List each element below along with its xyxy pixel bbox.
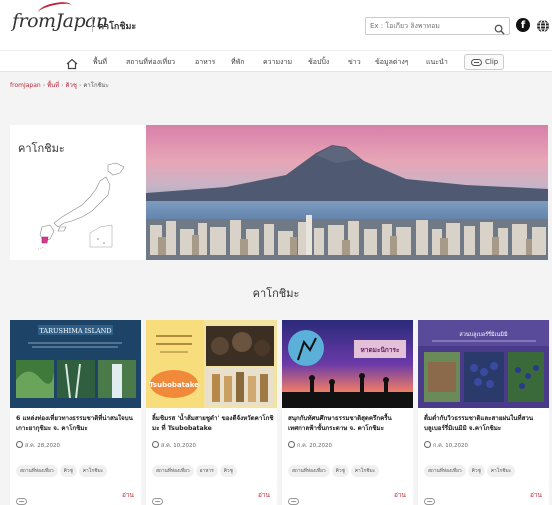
clock-icon [424,441,431,448]
hero-banner: คาโกชิมะ [10,125,548,260]
nav-item-attractions[interactable]: สถานที่ท่องเที่ยว [126,57,175,68]
tag[interactable]: คิวชู [467,465,485,477]
clip-icon[interactable] [152,490,163,505]
map-title: คาโกชิมะ [18,142,65,155]
clip-icon[interactable] [288,490,299,505]
logo-text[interactable]: fromJapan [12,10,108,32]
nav-item-shopping[interactable]: ช้อปปิ้ง [308,57,329,68]
card-image-caption: หาดมะนิการะ [361,346,400,354]
nav-item-area[interactable]: พื้นที่ [93,57,107,68]
header: fromJapan คาโกชิมะ f [0,0,552,50]
tag[interactable]: สถานที่ท่องเที่ยว [16,465,58,477]
clip-icon[interactable] [16,490,27,505]
card-footer: อ่าน [288,490,408,505]
read-link[interactable]: อ่าน [530,490,542,500]
article-title[interactable]: ลิ้มชิมรส 'น้ำส้มสายชูดำ' ของดีจังหวัดคา… [152,414,276,434]
tag[interactable]: สถานที่ท่องเที่ยว [288,465,330,477]
tag[interactable]: คาโกชิมะ [350,465,380,477]
article-date: ก.ค. 10,2020 [424,441,468,450]
article-title[interactable]: สนุกกับทัศนศึกษาธรรมชาติสุดครึกครื้นเทศก… [288,414,412,434]
article-date: ส.ค. 28,2020 [16,441,60,450]
tag[interactable]: คิวชู [59,465,77,477]
article-thumbnail[interactable]: สวนบลูเบอร์รี่มิเนมิมิ [418,320,549,408]
nav-item-info[interactable]: ข้อมูลต่างๆ [375,57,409,68]
nav-item-recommend[interactable]: แนะนำ [426,57,448,68]
clip-icon[interactable] [424,490,435,505]
nav-item-beauty[interactable]: ความงาม [263,57,292,68]
tag-list: สถานที่ท่องเที่ยว คิวชู คาโกชิมะ [288,457,381,477]
breadcrumb-current: คาโกชิมะ [83,82,109,89]
breadcrumb: fromJapan › พื้นที่ › คิวชู › คาโกชิมะ [10,82,109,89]
globe-icon[interactable] [536,18,550,37]
tag-list: สถานที่ท่องเที่ยว คิวชู คาโกชิมะ [16,457,109,477]
article-title[interactable]: ดื่มด่ำกับวิวธรรมชาติและสายฝนในที่สวนบลู… [424,414,548,434]
search-box[interactable] [365,17,510,35]
card-image-caption: Tsubobatake [149,381,199,389]
article-thumbnail[interactable]: TARUSHIMA ISLAND [10,320,141,408]
tag[interactable]: สถานที่ท่องเที่ยว [424,465,466,477]
clip-label: Clip [485,58,499,66]
clock-icon [152,441,159,448]
read-link[interactable]: อ่าน [258,490,270,500]
article-date: ก.ค. 20,2020 [288,441,332,450]
facebook-icon[interactable]: f [516,18,530,32]
tag[interactable]: คิวชู [219,465,237,477]
search-input[interactable] [370,20,485,32]
prefecture-map: คาโกชิมะ [10,125,145,260]
article-title[interactable]: 6 แหล่งท่องเที่ยวทางธรรมชาติที่น่าสนใจบน… [16,414,140,434]
nav-item-accommodation[interactable]: ที่พัก [231,57,244,68]
article-thumbnail[interactable]: Tsubobatake [146,320,277,408]
breadcrumb-home[interactable]: fromJapan [10,82,41,89]
hero-photo [146,125,548,260]
article-date: ส.ค. 10,2020 [152,441,196,450]
breadcrumb-area[interactable]: พื้นที่ [47,82,59,89]
section-title: คาโกชิมะ [252,287,300,300]
main-nav: พื้นที่ สถานที่ท่องเที่ยว อาหาร ที่พัก ค… [0,50,552,72]
japan-map-icon [37,162,125,250]
tag[interactable]: คิวชู [331,465,349,477]
tag-list: สถานที่ท่องเที่ยว คิวชู คาโกชิมะ [424,457,517,477]
tag[interactable]: อาหาร [195,465,218,477]
article-card[interactable]: Tsubobatake ลิ้มชิมรส 'น้ำส้มสายชูดำ' ขอ… [146,320,277,505]
page-title: คาโกชิมะ [98,22,137,32]
tag[interactable]: คาโกชิมะ [78,465,108,477]
clock-icon [16,441,23,448]
card-image-caption: TARUSHIMA ISLAND [39,327,111,335]
article-thumbnail[interactable]: หาดมะนิการะ [282,320,413,408]
tag-list: สถานที่ท่องเที่ยว อาหาร คิวชู [152,457,239,477]
article-card[interactable]: TARUSHIMA ISLAND 6 แหล่งท่องเที่ยวทางธรร… [10,320,141,505]
read-link[interactable]: อ่าน [394,490,406,500]
card-footer: อ่าน [16,490,136,505]
nav-item-news[interactable]: ข่าว [348,57,361,68]
clip-icon [471,59,482,66]
nav-item-food[interactable]: อาหาร [195,57,215,68]
tag[interactable]: คาโกชิมะ [486,465,516,477]
read-link[interactable]: อ่าน [122,490,134,500]
home-icon[interactable] [66,55,78,74]
tag[interactable]: สถานที่ท่องเที่ยว [152,465,194,477]
breadcrumb-region[interactable]: คิวชู [66,82,77,89]
article-card[interactable]: หาดมะนิการะ สนุกกับทัศนศึกษาธรรมชาติสุดค… [282,320,413,505]
search-icon[interactable] [494,20,505,39]
card-footer: อ่าน [152,490,272,505]
card-footer: อ่าน [424,490,544,505]
article-card[interactable]: สวนบลูเบอร์รี่มิเนมิมิ ดื่มด่ำกับวิวธรรม… [418,320,549,505]
clip-button[interactable]: Clip [464,54,504,70]
clock-icon [288,441,295,448]
card-image-caption: สวนบลูเบอร์รี่มิเนมิมิ [459,330,508,338]
logo-divider [92,16,93,32]
